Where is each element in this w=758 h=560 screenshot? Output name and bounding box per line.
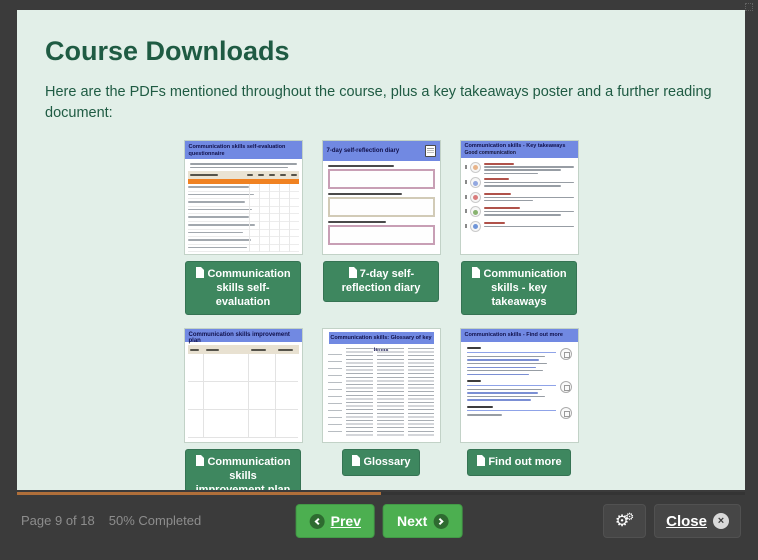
gears-icon: ⚙⚙	[615, 513, 634, 530]
page-title: Course Downloads	[45, 36, 717, 67]
completion-text: 50% Completed	[109, 513, 202, 528]
download-button-glossary[interactable]: Glossary	[342, 449, 419, 476]
document-icon	[195, 267, 204, 278]
thumb-title: Communication skills - Find out more	[461, 329, 578, 342]
download-item-improvement-plan: Communication skills improvement plan Co…	[185, 329, 302, 490]
document-icon	[476, 455, 485, 466]
settings-button[interactable]: ⚙⚙	[603, 504, 646, 538]
downloads-grid: Communication skills self-evaluation que…	[17, 141, 745, 490]
download-item-find-out-more: Communication skills - Find out more	[461, 329, 578, 476]
notepad-icon	[425, 145, 436, 157]
document-icon	[471, 267, 480, 278]
prev-button[interactable]: Prev	[296, 504, 375, 538]
thumb-title: Communication skills self-evaluation que…	[185, 141, 302, 159]
webpage-icon	[560, 381, 572, 393]
course-player-window: Course Downloads Here are the PDFs menti…	[0, 0, 758, 560]
page-status: Page 9 of 18 50% Completed	[21, 513, 215, 528]
pdf-thumbnail-self-evaluation: Communication skills self-evaluation que…	[185, 141, 302, 254]
download-item-self-evaluation: Communication skills self-evaluation que…	[185, 141, 302, 315]
document-icon	[348, 267, 357, 278]
course-progress-fill	[17, 492, 381, 495]
document-icon	[351, 455, 360, 466]
thumb-title: 7-day self-reflection diary	[327, 148, 400, 154]
thumb-subtitle: Good communication	[465, 150, 574, 156]
video-icon	[560, 407, 572, 419]
thumb-title: Communication skills improvement plan	[185, 329, 302, 342]
download-item-glossary: Communication skills: Glossary of key te…	[323, 329, 440, 476]
download-item-key-takeaways: Communication skills - Key takeaways Goo…	[461, 141, 578, 315]
download-button-find-out-more[interactable]: Find out more	[467, 449, 570, 476]
course-progress-bar	[17, 492, 745, 495]
download-button-reflection-diary[interactable]: 7-day self-reflection diary	[323, 261, 439, 302]
pdf-thumbnail-key-takeaways: Communication skills - Key takeaways Goo…	[461, 141, 578, 254]
close-x-icon: ×	[713, 513, 729, 529]
download-button-improvement-plan[interactable]: Communication skills improvement plan	[185, 449, 301, 490]
thumb-title: Communication skills - Key takeaways	[465, 143, 574, 149]
pdf-thumbnail-glossary: Communication skills: Glossary of key te…	[323, 329, 440, 442]
books-icon	[560, 348, 572, 360]
chevron-right-icon	[433, 514, 448, 529]
thumb-title: Communication skills: Glossary of key te…	[329, 332, 434, 344]
utility-buttons: ⚙⚙ Close ×	[603, 504, 741, 538]
close-button[interactable]: Close ×	[654, 504, 741, 538]
pdf-thumbnail-improvement-plan: Communication skills improvement plan	[185, 329, 302, 442]
download-button-key-takeaways[interactable]: Communication skills - key takeaways	[461, 261, 577, 315]
page-description: Here are the PDFs mentioned throughout t…	[45, 82, 713, 124]
download-item-reflection-diary: 7-day self-reflection diary 7-day self-r…	[323, 141, 440, 302]
navigation-buttons: Prev Next	[296, 504, 463, 538]
pdf-thumbnail-reflection-diary: 7-day self-reflection diary	[323, 141, 440, 254]
page-number-text: Page 9 of 18	[21, 513, 95, 528]
next-button[interactable]: Next	[383, 504, 462, 538]
document-icon	[195, 455, 204, 466]
chevron-left-icon	[310, 514, 325, 529]
pdf-thumbnail-find-out-more: Communication skills - Find out more	[461, 329, 578, 442]
download-button-self-evaluation[interactable]: Communication skills self-evaluation	[185, 261, 301, 315]
resize-handle-icon	[745, 3, 753, 11]
slide-content: Course Downloads Here are the PDFs menti…	[17, 10, 745, 490]
